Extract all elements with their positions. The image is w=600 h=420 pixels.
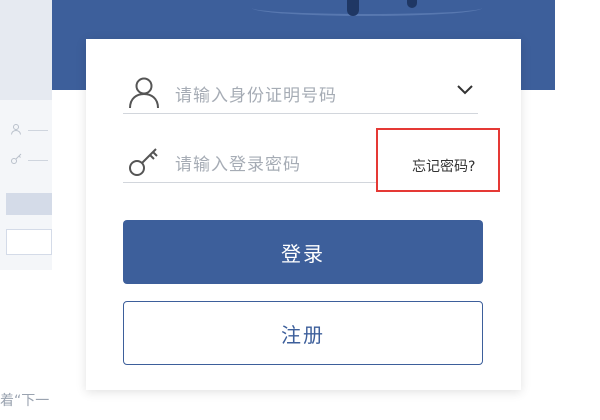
id-number-field[interactable]: 请输入身份证明号码 <box>123 71 478 114</box>
header-decoration <box>347 0 359 16</box>
background-key-icon <box>11 153 22 164</box>
header-decoration <box>252 0 482 16</box>
login-button[interactable]: 登录 <box>123 220 483 284</box>
login-card: 请输入身份证明号码 请输入登录密码 忘记密码? 登录 注册 <box>86 39 521 390</box>
background-panel-top <box>0 0 52 100</box>
password-field[interactable]: 请输入登录密码 <box>123 140 377 183</box>
key-icon <box>129 148 158 176</box>
background-field-line <box>28 130 48 131</box>
id-number-placeholder: 请输入身份证明号码 <box>175 86 337 106</box>
forgot-password-link[interactable]: 忘记密码? <box>412 156 475 176</box>
user-icon <box>129 77 159 109</box>
chevron-down-icon[interactable] <box>456 84 474 96</box>
password-placeholder: 请输入登录密码 <box>175 155 301 175</box>
background-user-icon <box>11 124 21 135</box>
right-margin <box>555 0 600 420</box>
register-button[interactable]: 注册 <box>123 301 483 365</box>
background-field-line <box>28 160 48 161</box>
background-login-button <box>6 193 52 215</box>
background-text: 着“下一 <box>0 393 50 409</box>
background-register-button <box>6 229 52 255</box>
